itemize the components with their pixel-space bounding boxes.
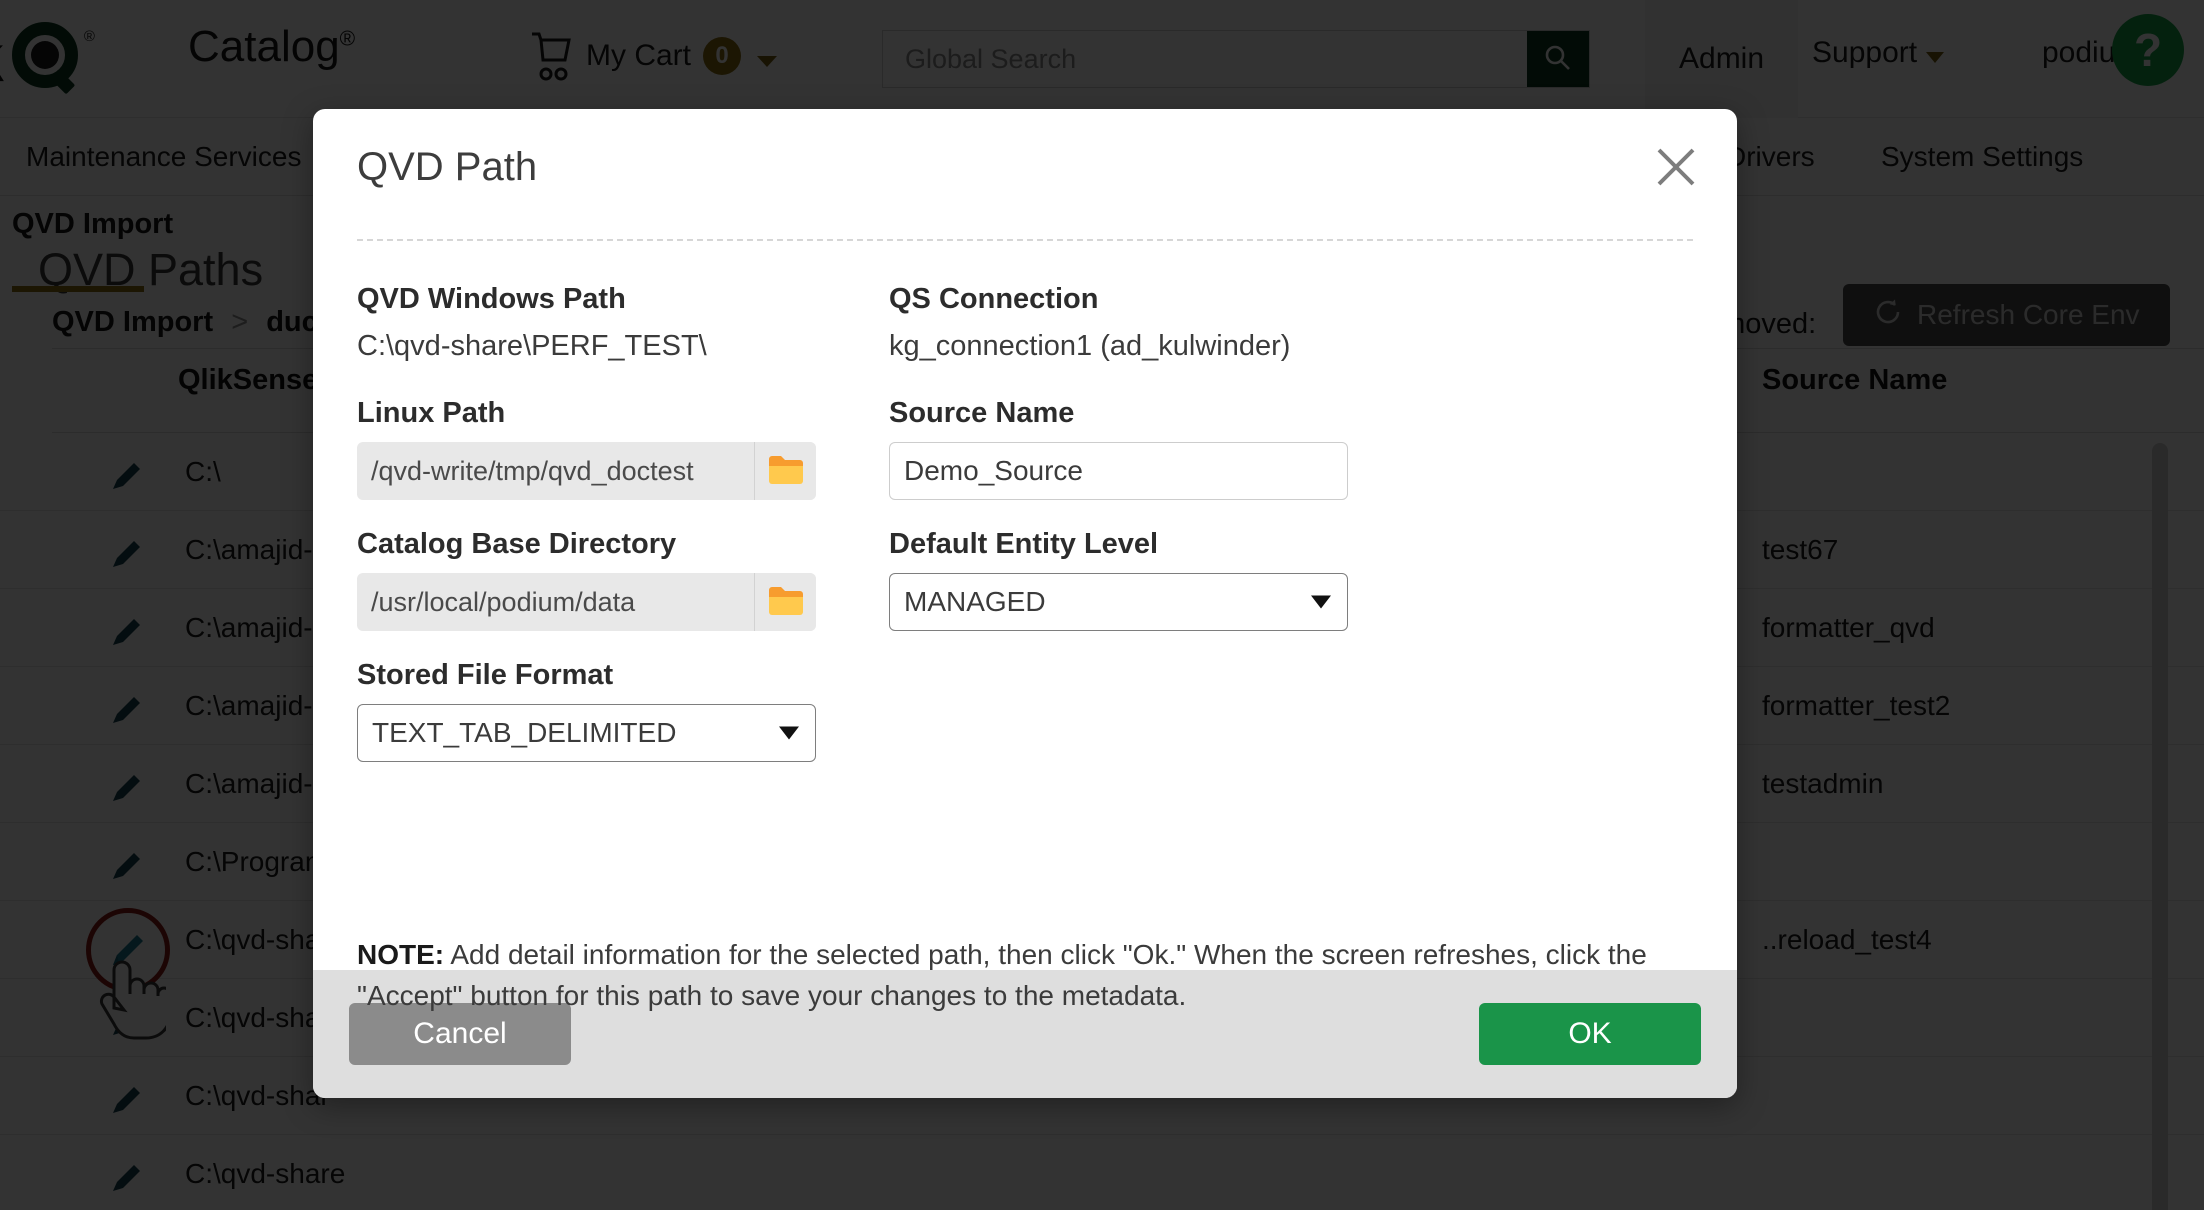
dialog-body: QVD Windows Path C:\qvd-share\PERF_TEST\…: [313, 241, 1737, 1011]
folder-icon: [768, 586, 804, 619]
field-stored-file-format: Stored File Format TEXT_TAB_DELIMITED: [357, 659, 847, 762]
label-default-entity-level: Default Entity Level: [889, 528, 1159, 560]
field-linux-path: Linux Path: [357, 397, 847, 500]
field-qvd-windows-path: QVD Windows Path C:\qvd-share\PERF_TEST\: [357, 283, 847, 369]
label-qs-connection: QS Connection: [889, 283, 1099, 315]
close-icon: [1653, 144, 1699, 193]
default-entity-level-value: MANAGED: [904, 586, 1046, 617]
default-entity-level-select[interactable]: MANAGED: [889, 573, 1348, 631]
label-linux-path: Linux Path: [357, 397, 506, 429]
catalog-base-directory-browse-button[interactable]: [754, 573, 816, 631]
screen-root: k ® Catalog® My Cart 0: [0, 0, 2204, 1210]
label-catalog-base-directory: Catalog Base Directory: [357, 528, 677, 560]
field-default-entity-level: Default Entity Level MANAGED: [889, 528, 1379, 631]
source-name-input[interactable]: [889, 442, 1348, 500]
field-catalog-base-directory: Catalog Base Directory: [357, 528, 847, 631]
linux-path-input[interactable]: [357, 442, 754, 500]
dialog-title: QVD Path: [357, 145, 538, 189]
linux-path-browse-button[interactable]: [754, 442, 816, 500]
folder-icon: [768, 455, 804, 488]
chevron-down-icon: [1311, 595, 1331, 609]
qvd-path-dialog: QVD Path QVD Windows Path C:\qvd-share\P…: [313, 109, 1737, 1098]
note-text: Add detail information for the selected …: [357, 939, 1647, 1011]
label-source-name: Source Name: [889, 397, 1075, 429]
value-qvd-windows-path: C:\qvd-share\PERF_TEST\: [357, 330, 707, 362]
dialog-note: NOTE: Add detail information for the sel…: [357, 935, 1693, 1016]
field-source-name: Source Name: [889, 397, 1379, 500]
dialog-header: QVD Path: [313, 109, 1737, 239]
value-qs-connection: kg_connection1 (ad_kulwinder): [889, 330, 1291, 362]
chevron-down-icon: [779, 726, 799, 740]
stored-file-format-value: TEXT_TAB_DELIMITED: [372, 717, 677, 748]
catalog-base-directory-input[interactable]: [357, 573, 754, 631]
label-stored-file-format: Stored File Format: [357, 659, 614, 691]
stored-file-format-select[interactable]: TEXT_TAB_DELIMITED: [357, 704, 816, 762]
close-button[interactable]: [1645, 137, 1707, 199]
label-qvd-windows-path: QVD Windows Path: [357, 283, 626, 315]
note-prefix: NOTE:: [357, 939, 445, 970]
field-qs-connection: QS Connection kg_connection1 (ad_kulwind…: [889, 283, 1379, 369]
